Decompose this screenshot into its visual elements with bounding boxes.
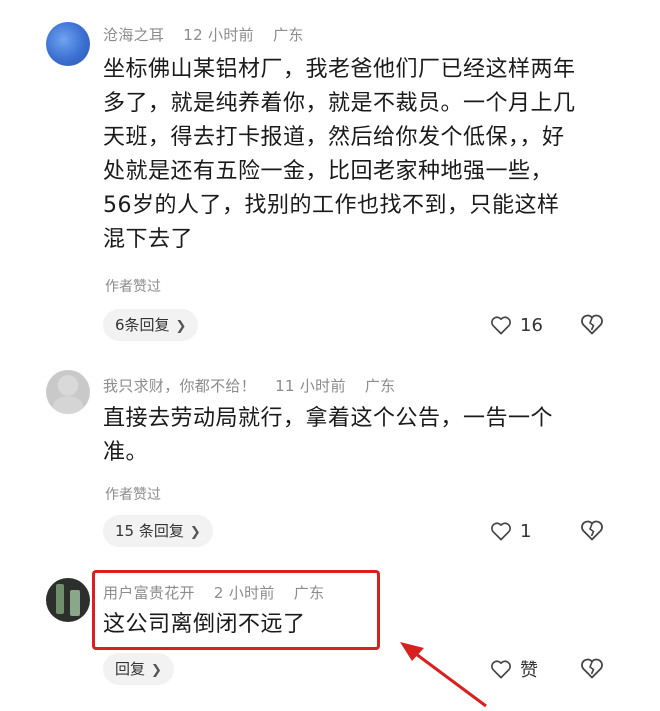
like-count: 1 — [520, 520, 532, 542]
comment-line: 56岁的人了，找别的工作也找不到，只能这样 — [103, 193, 560, 218]
author-liked-label: 作者赞过 — [105, 487, 161, 503]
view-replies-button[interactable]: 15 条回复 ❯ — [103, 515, 213, 547]
avatar[interactable] — [46, 370, 90, 414]
like-button[interactable]: 赞 — [490, 655, 538, 683]
location: 广东 — [364, 377, 396, 395]
timestamp: 12 小时前 — [183, 26, 254, 44]
broken-heart-icon — [581, 658, 603, 679]
like-count: 16 — [520, 314, 543, 336]
broken-heart-icon — [581, 314, 603, 335]
dislike-button[interactable] — [580, 519, 604, 545]
chevron-right-icon: ❯ — [189, 525, 201, 540]
like-button[interactable]: 1 — [490, 517, 531, 545]
like-label: 赞 — [520, 660, 538, 681]
author-liked-label: 作者赞过 — [105, 279, 161, 295]
comment-meta: 沧海之耳 12 小时前 广东 — [103, 24, 318, 45]
like-button[interactable]: 16 — [490, 311, 543, 339]
dislike-button[interactable] — [580, 313, 604, 339]
comment-line: 多了，就是纯养着你，就是不裁员。一个月上几 — [103, 91, 576, 116]
heart-outline-icon — [491, 660, 511, 679]
comment-line: 处就是还有五险一金，比回老家种地强一些， — [103, 159, 554, 184]
chevron-right-icon: ❯ — [151, 663, 162, 678]
timestamp: 11 小时前 — [275, 377, 346, 395]
comment-text: 直接去劳动局就行，拿着这个公告，一告一个 准。 — [103, 402, 603, 470]
comment-line: 直接去劳动局就行，拿着这个公告，一告一个 — [103, 406, 554, 431]
avatar[interactable] — [46, 22, 90, 66]
reply-button[interactable]: 回复 ❯ — [103, 653, 174, 685]
broken-heart-icon — [581, 520, 603, 541]
heart-outline-icon — [491, 522, 511, 541]
reply-label: 回复 — [115, 660, 146, 678]
replies-count: 15 条回复 — [115, 522, 184, 540]
comment-line: 坐标佛山某铝材厂，我老爸他们厂已经这样两年 — [103, 57, 576, 82]
view-replies-button[interactable]: 6条回复 ❯ — [103, 309, 199, 341]
username[interactable]: 我只求财，你都不给！ — [103, 377, 256, 395]
comment-line: 准。 — [103, 440, 149, 465]
comment-text: 坐标佛山某铝材厂，我老爸他们厂已经这样两年 多了，就是纯养着你，就是不裁员。一个… — [103, 53, 603, 257]
comment-line: 混下去了 — [103, 227, 194, 252]
heart-outline-icon — [491, 316, 511, 335]
username[interactable]: 沧海之耳 — [103, 26, 164, 44]
chevron-right-icon: ❯ — [175, 319, 187, 334]
dislike-button[interactable] — [580, 657, 604, 683]
highlight-box — [92, 570, 380, 650]
comment-meta: 我只求财，你都不给！ 11 小时前 广东 — [103, 375, 409, 396]
location: 广东 — [273, 26, 304, 44]
comment-line: 天班，得去打卡报道，然后给你发个低保，，好 — [103, 125, 565, 150]
avatar[interactable] — [46, 578, 90, 622]
replies-count: 6条回复 — [115, 316, 170, 334]
